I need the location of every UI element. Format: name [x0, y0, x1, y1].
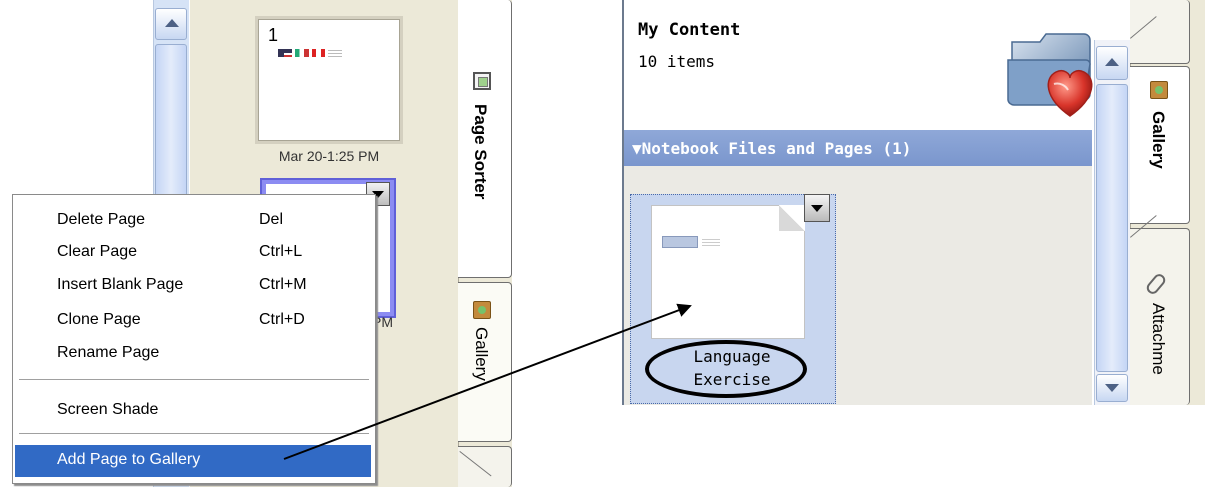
- dropdown-arrow-icon[interactable]: [804, 194, 830, 222]
- gallery-icon: [1150, 81, 1168, 99]
- menu-label: Delete Page: [57, 211, 146, 228]
- page-sorter-icon: [473, 72, 491, 90]
- tab-page-sorter[interactable]: Page Sorter: [458, 0, 512, 278]
- tab-gallery[interactable]: Gallery: [1130, 66, 1190, 224]
- menu-item-screen-shade[interactable]: Screen Shade: [15, 395, 371, 425]
- menu-label: Rename Page: [57, 344, 160, 361]
- menu-separator: [19, 379, 369, 381]
- scroll-up-icon[interactable]: [155, 8, 187, 40]
- tab-gallery[interactable]: Gallery: [458, 282, 512, 442]
- page-1-timestamp: Mar 20-1:25 PM: [278, 148, 380, 164]
- section-header-label: ▼Notebook Files and Pages (1): [632, 139, 912, 158]
- menu-item-rename-page[interactable]: Rename Page: [15, 338, 371, 368]
- tab-attachments[interactable]: Attachme: [1130, 215, 1190, 405]
- menu-shortcut: Ctrl+L: [259, 243, 303, 260]
- menu-item-clear-page[interactable]: Clear Page Ctrl+L: [15, 237, 371, 267]
- page-number: 1: [268, 25, 279, 45]
- flags-graphic: [278, 49, 342, 57]
- context-menu: Delete Page Del Clear Page Ctrl+L Insert…: [12, 194, 376, 484]
- my-content-title[interactable]: My Content: [638, 20, 740, 40]
- scroll-up-icon[interactable]: [1096, 46, 1128, 80]
- menu-label: Clear Page: [57, 243, 138, 260]
- menu-shortcut: Ctrl+D: [259, 311, 305, 328]
- scroll-thumb[interactable]: [1096, 84, 1128, 372]
- gallery-item-thumbnail: [651, 205, 805, 339]
- thumbnail-graphic: [662, 236, 698, 248]
- gallery-icon: [473, 301, 491, 319]
- page-thumbnail-1[interactable]: 1: [255, 16, 403, 144]
- menu-item-add-page-to-gallery[interactable]: Add Page to Gallery: [15, 445, 371, 477]
- scroll-down-icon[interactable]: [1096, 374, 1128, 402]
- thumbnail-graphic: [702, 238, 720, 246]
- tab-label: Attachme: [1149, 303, 1168, 375]
- my-content-count: 10 items: [638, 52, 716, 71]
- gallery-panel: My Content 10 items ▼Notebook Files and …: [618, 0, 1205, 405]
- menu-label: Insert Blank Page: [57, 276, 184, 293]
- folder-heart-icon[interactable]: [1004, 20, 1104, 120]
- menu-item-delete-page[interactable]: Delete Page Del: [15, 205, 371, 235]
- paperclip-icon: [1144, 271, 1168, 297]
- tab-label: Page Sorter: [471, 104, 490, 200]
- tab-divider: [1130, 16, 1157, 39]
- menu-shortcut: Del: [259, 211, 284, 228]
- notebook-files-header[interactable]: ▼Notebook Files and Pages (1): [624, 130, 1092, 166]
- menu-item-clone-page[interactable]: Clone Page Ctrl+D: [15, 305, 371, 335]
- menu-shortcut: Ctrl+M: [259, 276, 307, 293]
- menu-label: Clone Page: [57, 311, 141, 328]
- tab-next[interactable]: [458, 446, 512, 487]
- menu-item-insert-blank-page[interactable]: Insert Blank Page Ctrl+M: [15, 270, 371, 300]
- gallery-item-language-exercise[interactable]: Language Exercise: [630, 194, 836, 404]
- tab-label: Gallery: [472, 327, 491, 381]
- page-sorter-panel: 1 Mar 20-1:25 PM PM Page Sorter Gallery …: [0, 0, 512, 487]
- scroll-thumb[interactable]: [155, 44, 187, 204]
- menu-label: Screen Shade: [57, 401, 159, 418]
- menu-separator: [19, 433, 369, 435]
- tab-divider: [459, 451, 492, 477]
- tab-label: Gallery: [1149, 111, 1168, 169]
- page-fold: [779, 205, 805, 231]
- highlight-ellipse: [645, 340, 807, 398]
- menu-label: Add Page to Gallery: [57, 451, 201, 468]
- tab-previous[interactable]: r: [1130, 0, 1190, 64]
